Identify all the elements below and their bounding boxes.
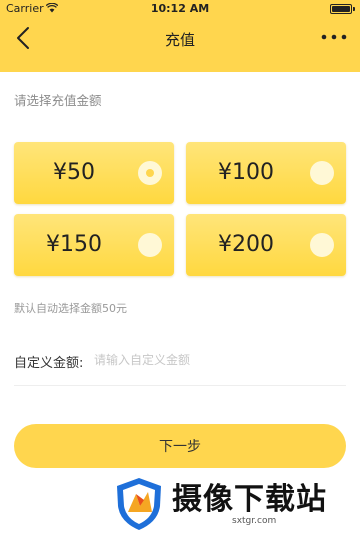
radio-icon[interactable] xyxy=(310,161,334,185)
amount-option-50[interactable]: ¥50 xyxy=(14,142,174,204)
battery-icon xyxy=(330,4,355,14)
page-title: 充值 xyxy=(164,31,195,49)
app-header: Carrier 10:12 AM 充值 xyxy=(0,0,360,72)
select-amount-label: 请选择充值金额 xyxy=(14,93,102,108)
status-time: 10:12 AM xyxy=(150,2,210,15)
amount-value: ¥50 xyxy=(53,160,95,185)
watermark-url: sxtgr.com xyxy=(232,516,277,526)
more-icon[interactable] xyxy=(320,30,348,44)
amount-value: ¥150 xyxy=(46,232,102,257)
logo-icon xyxy=(117,478,161,530)
watermark: 摄像下载站 sxtgr.com xyxy=(108,472,358,534)
amount-option-200[interactable]: ¥200 xyxy=(186,214,346,276)
next-step-button[interactable]: 下一步 xyxy=(14,424,346,468)
radio-icon[interactable] xyxy=(138,161,162,185)
amount-option-150[interactable]: ¥150 xyxy=(14,214,174,276)
amount-value: ¥100 xyxy=(218,160,274,185)
default-amount-note: 默认自动选择金额50元 xyxy=(14,302,127,315)
watermark-brand: 摄像下载站 xyxy=(172,482,327,517)
custom-amount-input[interactable] xyxy=(94,349,334,371)
amount-option-100[interactable]: ¥100 xyxy=(186,142,346,204)
custom-amount-label: 自定义金额: xyxy=(14,356,84,371)
status-bar: Carrier 10:12 AM xyxy=(0,0,360,18)
radio-icon[interactable] xyxy=(310,233,334,257)
divider xyxy=(14,385,346,386)
radio-icon[interactable] xyxy=(138,233,162,257)
amount-value: ¥200 xyxy=(218,232,274,257)
